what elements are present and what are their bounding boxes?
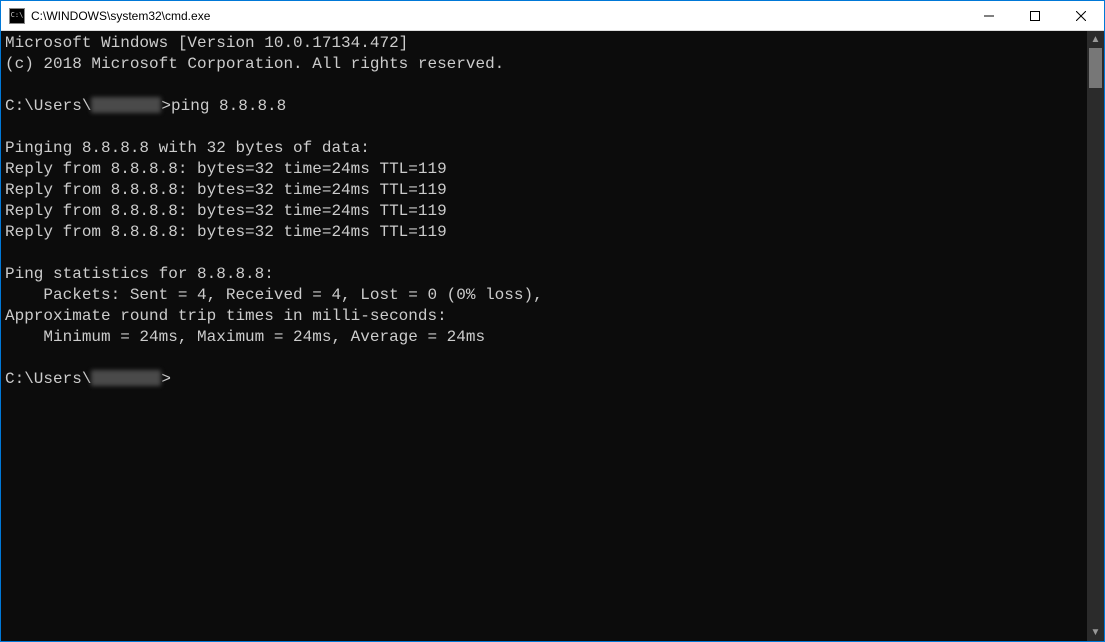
ping-rtt-header: Approximate round trip times in milli-se… [5,307,447,325]
ping-reply: Reply from 8.8.8.8: bytes=32 time=24ms T… [5,181,447,199]
scroll-down-arrow-icon[interactable]: ▼ [1087,624,1104,641]
titlebar[interactable]: C:\WINDOWS\system32\cmd.exe [1,1,1104,31]
minimize-button[interactable] [966,1,1012,30]
client-area: Microsoft Windows [Version 10.0.17134.47… [1,31,1104,641]
scroll-thumb[interactable] [1089,48,1102,88]
ping-stats-packets: Packets: Sent = 4, Received = 4, Lost = … [5,286,543,304]
ping-reply: Reply from 8.8.8.8: bytes=32 time=24ms T… [5,202,447,220]
ping-stats-header: Ping statistics for 8.8.8.8: [5,265,274,283]
window-controls [966,1,1104,30]
minimize-icon [984,11,994,21]
prompt-line-2: C:\Users\> [5,370,171,388]
ping-rtt-values: Minimum = 24ms, Maximum = 24ms, Average … [5,328,485,346]
prompt-line-1: C:\Users\>ping 8.8.8.8 [5,97,286,115]
redacted-username [91,370,161,386]
close-button[interactable] [1058,1,1104,30]
close-icon [1076,11,1086,21]
cmd-window: C:\WINDOWS\system32\cmd.exe Microsoft Wi… [0,0,1105,642]
window-title: C:\WINDOWS\system32\cmd.exe [31,9,210,23]
scroll-track[interactable] [1087,48,1104,624]
copyright-line: (c) 2018 Microsoft Corporation. All righ… [5,55,504,73]
terminal-output[interactable]: Microsoft Windows [Version 10.0.17134.47… [1,31,1087,641]
os-version-line: Microsoft Windows [Version 10.0.17134.47… [5,34,408,52]
maximize-icon [1030,11,1040,21]
ping-reply: Reply from 8.8.8.8: bytes=32 time=24ms T… [5,160,447,178]
redacted-username [91,97,161,113]
ping-header: Pinging 8.8.8.8 with 32 bytes of data: [5,139,370,157]
maximize-button[interactable] [1012,1,1058,30]
scroll-up-arrow-icon[interactable]: ▲ [1087,31,1104,48]
vertical-scrollbar[interactable]: ▲ ▼ [1087,31,1104,641]
cmd-icon [9,8,25,24]
ping-reply: Reply from 8.8.8.8: bytes=32 time=24ms T… [5,223,447,241]
